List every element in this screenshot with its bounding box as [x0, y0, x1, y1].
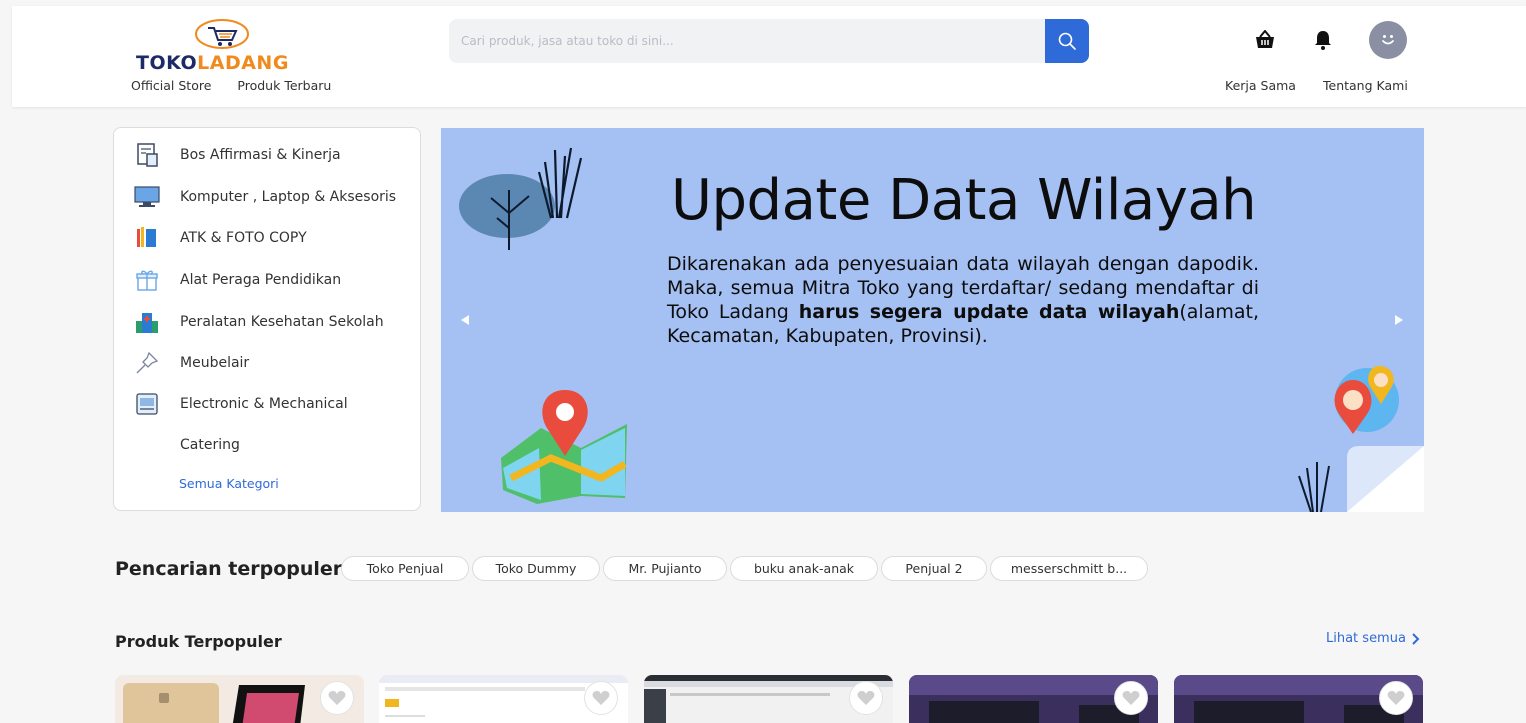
see-all-link[interactable]: Lihat semua [1326, 631, 1420, 646]
heart-icon [1387, 691, 1405, 705]
nav-left: Official Store Produk Terbaru [131, 78, 331, 93]
category-label: Bos Affirmasi & Kinerja [180, 147, 341, 163]
category-item-electronic[interactable]: Electronic & Mechanical [132, 389, 348, 419]
heart-icon [857, 691, 875, 705]
search-chip[interactable]: Mr. Pujianto [603, 556, 727, 581]
all-categories-link[interactable]: Semua Kategori [179, 476, 279, 491]
popular-search-title: Pencarian terpopuler [115, 558, 343, 580]
people-pin-illustration [1334, 366, 1399, 434]
search-chip[interactable]: Toko Dummy [472, 556, 600, 581]
search-input[interactable] [449, 19, 1045, 63]
heart-icon [592, 691, 610, 705]
category-item-catering[interactable]: Catering [132, 430, 240, 460]
category-item-alat-peraga[interactable]: Alat Peraga Pendidikan [132, 265, 341, 295]
tree-illustration [459, 174, 555, 238]
category-panel: Bos Affirmasi & Kinerja Komputer , Lapto… [113, 127, 421, 511]
category-label: Peralatan Kesehatan Sekolah [180, 314, 384, 330]
pin-icon [132, 350, 162, 376]
banner-title: Update Data Wilayah [671, 168, 1257, 233]
heart-icon [328, 691, 346, 705]
product-card[interactable] [115, 675, 364, 723]
wishlist-button[interactable] [320, 681, 354, 715]
search-chip[interactable]: buku anak-anak [730, 556, 878, 581]
category-item-kesehatan[interactable]: Peralatan Kesehatan Sekolah [132, 307, 384, 337]
banner-text: Dikarenakan ada penyesuaian data wilayah… [667, 253, 1259, 347]
search-bar [449, 19, 1089, 63]
product-card[interactable] [379, 675, 628, 723]
wishlist-button[interactable] [849, 681, 883, 715]
map-pin-illustration [501, 390, 627, 504]
bell-icon [1315, 31, 1331, 50]
notification-button[interactable] [1314, 30, 1332, 54]
header: TOKOLADANG Official Store Produk Terbaru [12, 6, 1526, 107]
category-label: ATK & FOTO COPY [180, 230, 307, 246]
cart-logo-icon [195, 19, 249, 49]
wishlist-button[interactable] [1379, 681, 1413, 715]
banner-prev-arrow[interactable] [461, 315, 469, 325]
category-label: Komputer , Laptop & Aksesoris [180, 189, 397, 205]
nav-produk-terbaru[interactable]: Produk Terbaru [237, 78, 331, 93]
search-icon [1058, 32, 1076, 50]
category-label: Catering [180, 437, 240, 453]
category-item-meubelair[interactable]: Meubelair [132, 348, 249, 378]
heart-icon [1122, 691, 1140, 705]
nav-kerja-sama[interactable]: Kerja Sama [1225, 78, 1296, 93]
banner-next-arrow[interactable] [1395, 315, 1403, 325]
see-all-label: Lihat semua [1326, 631, 1406, 646]
hospital-icon [132, 309, 162, 335]
avatar[interactable] [1369, 21, 1407, 59]
wishlist-button[interactable] [584, 681, 618, 715]
category-item-komputer[interactable]: Komputer , Laptop & Aksesoris [132, 182, 396, 212]
promo-banner[interactable]: Update Data Wilayah Dikarenakan ada peny… [441, 128, 1424, 512]
wishlist-button[interactable] [1114, 681, 1148, 715]
popular-products-title: Produk Terpopuler [115, 632, 282, 651]
search-chip[interactable]: Toko Penjual [341, 556, 469, 581]
gift-icon [132, 267, 162, 293]
smiley-icon [1382, 35, 1394, 45]
category-label: Alat Peraga Pendidikan [180, 272, 342, 288]
category-label: Meubelair [180, 355, 250, 371]
machine-icon [132, 391, 162, 417]
nav-official-store[interactable]: Official Store [131, 78, 211, 93]
computer-icon [132, 184, 162, 210]
category-label: Electronic & Mechanical [180, 396, 348, 412]
basket-icon [1256, 29, 1274, 48]
logo[interactable]: TOKOLADANG [136, 18, 316, 78]
search-chip[interactable]: messerschmitt b... [990, 556, 1148, 581]
nav-tentang-kami[interactable]: Tentang Kami [1323, 78, 1408, 93]
basket-button[interactable] [1254, 29, 1276, 54]
stationery-icon [132, 225, 162, 251]
report-icon [132, 142, 162, 168]
product-card[interactable] [909, 675, 1158, 723]
product-card[interactable] [644, 675, 893, 723]
search-chip[interactable]: Penjual 2 [881, 556, 987, 581]
product-card[interactable] [1174, 675, 1423, 723]
category-item-bos-affirmasi[interactable]: Bos Affirmasi & Kinerja [132, 140, 341, 170]
search-button[interactable] [1045, 19, 1089, 63]
category-item-atk[interactable]: ATK & FOTO COPY [132, 223, 307, 253]
catering-icon-placeholder [132, 432, 162, 458]
logo-text: TOKOLADANG [136, 52, 289, 74]
chevron-right-icon [1412, 632, 1420, 645]
